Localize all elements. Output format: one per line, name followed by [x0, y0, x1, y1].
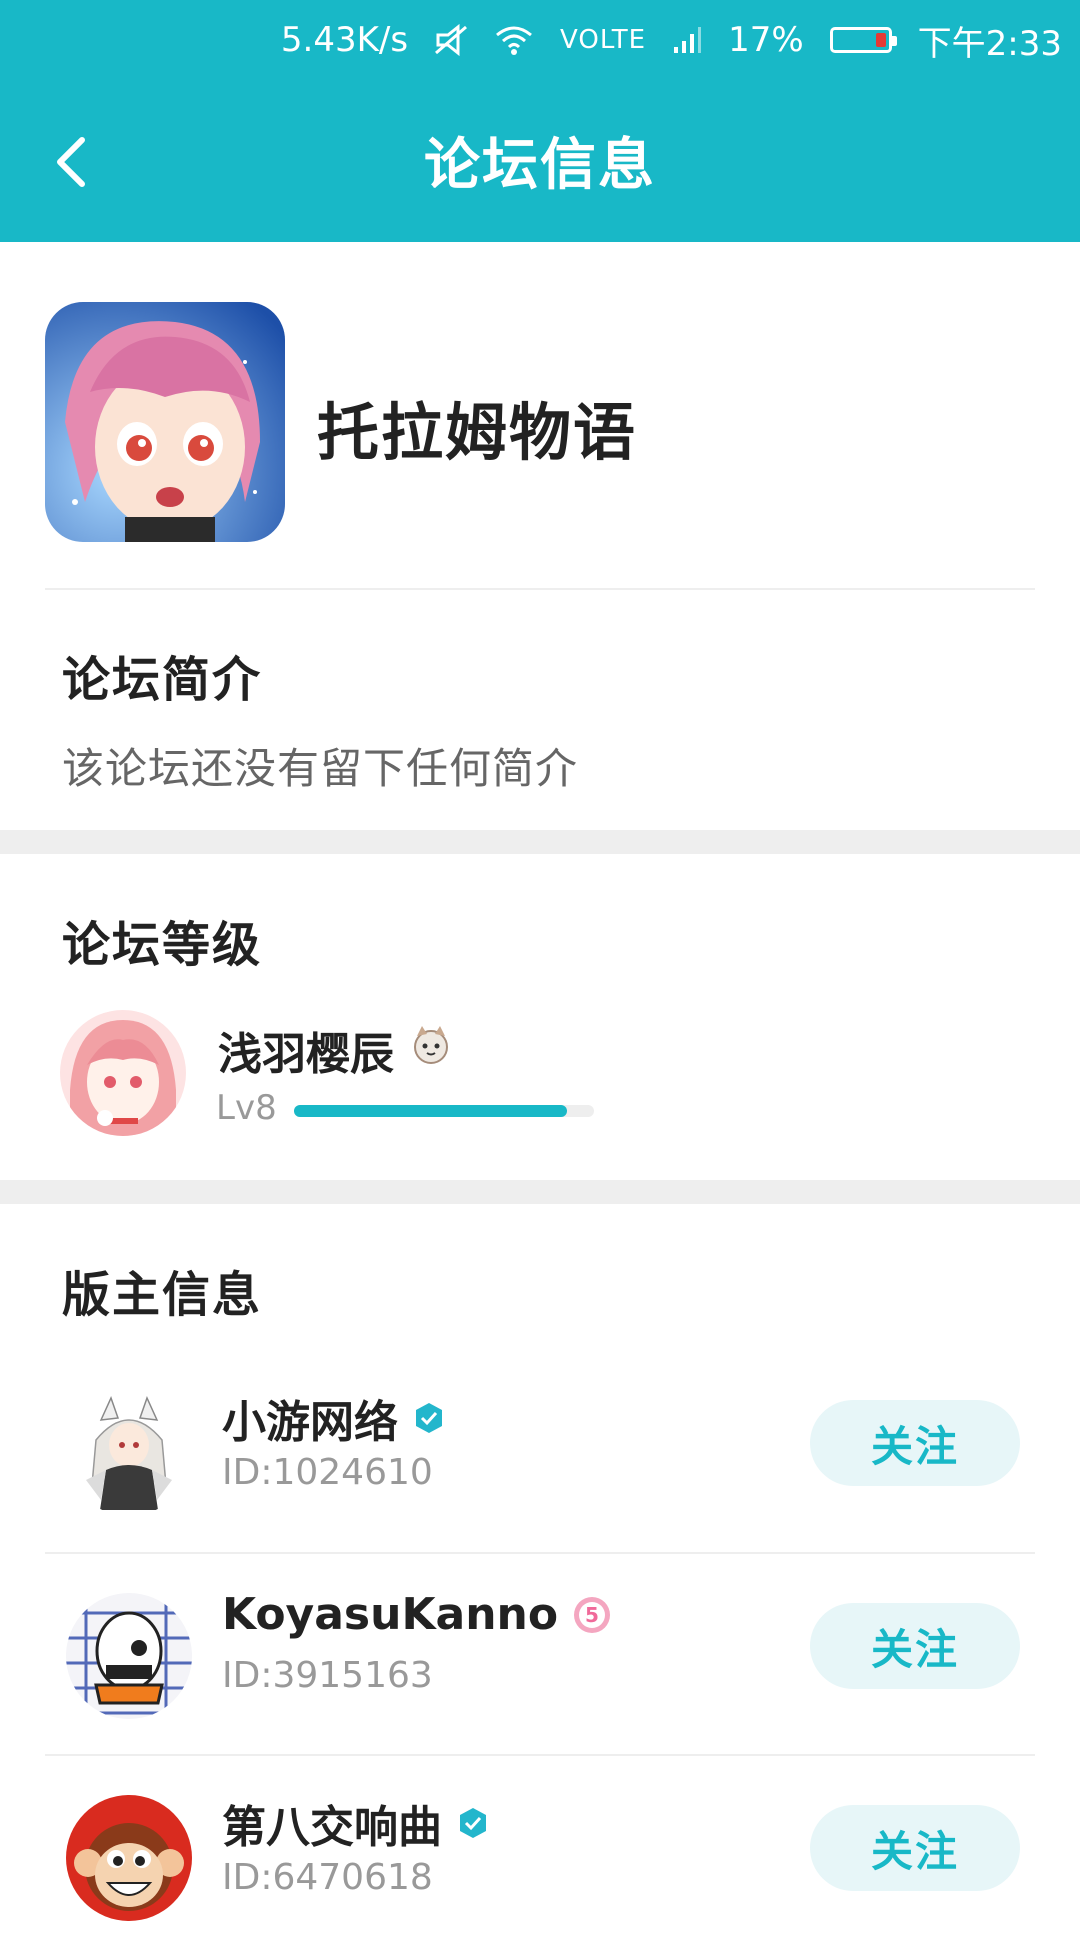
moderator-name-row: 第八交响曲 — [222, 1791, 490, 1855]
follow-button[interactable]: 关注 — [810, 1400, 1020, 1486]
user-name-row: 浅羽樱辰 — [218, 1018, 454, 1082]
volte-label: VOLTE — [560, 25, 647, 55]
app-bar: 论坛信息 — [0, 80, 1080, 242]
divider — [45, 588, 1035, 590]
level-progress-bar — [294, 1105, 594, 1117]
mute-icon — [434, 23, 468, 57]
moderator-name: KoyasuKanno — [222, 1589, 559, 1640]
forum-header: 托拉姆物语 — [0, 242, 1080, 588]
pet-badge-icon — [408, 1022, 454, 1079]
moderator-id: ID:3915163 — [222, 1655, 433, 1696]
user-name: 浅羽樱辰 — [218, 1029, 394, 1080]
moderator-name-row: KoyasuKanno 5 — [222, 1589, 612, 1640]
clock: 下午2:33 — [917, 23, 1062, 64]
user-level: Lv8 — [216, 1088, 277, 1128]
level-progress-fill — [294, 1105, 567, 1117]
moderator-avatar[interactable] — [66, 1593, 192, 1719]
status-bar: 5.43K/s VOLTE 17% 下午2:33 — [0, 0, 1080, 80]
moderator-name-row: 小游网络 — [222, 1386, 446, 1450]
user-avatar[interactable] — [60, 1010, 186, 1136]
moderator-row[interactable]: KoyasuKanno 5 ID:3915163 关注 — [0, 1553, 1080, 1755]
moderators-title: 版主信息 — [62, 1267, 263, 1323]
section-separator — [0, 830, 1080, 854]
level-title: 论坛等级 — [62, 917, 263, 973]
moderator-row[interactable]: 第八交响曲 ID:6470618 关注 — [0, 1755, 1080, 1957]
wifi-icon — [494, 23, 534, 57]
follow-button[interactable]: 关注 — [810, 1805, 1020, 1891]
moderator-avatar[interactable] — [66, 1795, 192, 1921]
moderator-id: ID:1024610 — [222, 1452, 433, 1493]
verified-badge-icon — [460, 1808, 486, 1838]
intro-title: 论坛简介 — [62, 652, 263, 708]
verified-badge-icon — [416, 1403, 442, 1433]
svg-text:5: 5 — [585, 1603, 599, 1627]
moderator-name: 第八交响曲 — [222, 1802, 442, 1853]
level-5-badge-icon: 5 — [574, 1596, 611, 1633]
intro-text: 该论坛还没有留下任何简介 — [62, 744, 579, 793]
follow-button[interactable]: 关注 — [810, 1603, 1020, 1689]
forum-name: 托拉姆物语 — [317, 396, 638, 469]
network-speed: 5.43K/s — [280, 20, 409, 60]
battery-percent: 17% — [728, 20, 804, 60]
forum-icon-image — [45, 302, 285, 542]
section-separator — [0, 1180, 1080, 1204]
moderator-id: ID:6470618 — [222, 1857, 433, 1898]
signal-icon — [672, 25, 702, 55]
moderator-row[interactable]: 小游网络 ID:1024610 关注 — [0, 1350, 1080, 1552]
moderator-avatar[interactable] — [66, 1390, 192, 1516]
battery-icon — [829, 27, 897, 53]
moderator-name: 小游网络 — [222, 1397, 398, 1448]
page-title: 论坛信息 — [424, 133, 656, 198]
